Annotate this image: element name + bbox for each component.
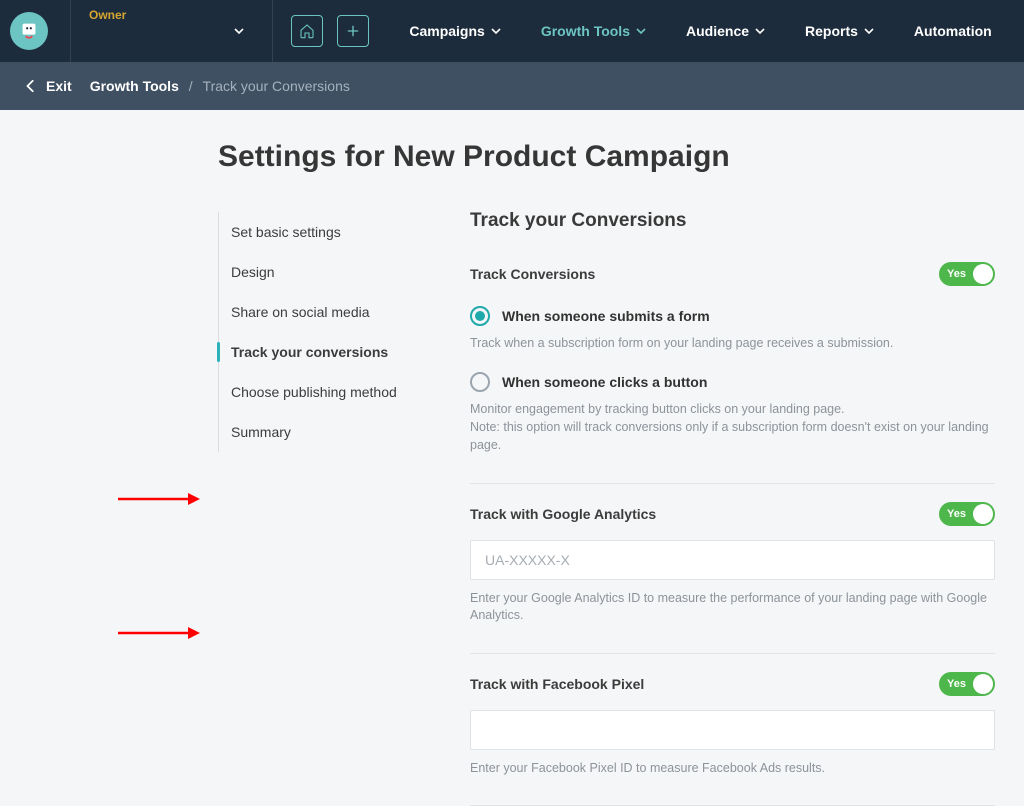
top-nav: Owner Campaigns Growth Tools Audience Re… (0, 0, 1024, 62)
chevron-down-icon (491, 26, 501, 36)
fb-helper: Enter your Facebook Pixel ID to measure … (470, 760, 995, 778)
track-conversions-label: Track Conversions (470, 266, 595, 282)
nav-growth-tools[interactable]: Growth Tools (541, 23, 646, 39)
fb-label: Track with Facebook Pixel (470, 676, 644, 692)
ga-heading: Track with Google Analytics Yes (470, 502, 995, 526)
annotation-arrow-icon (118, 626, 200, 640)
fb-pixel-input[interactable] (470, 710, 995, 750)
chevron-down-icon (755, 26, 765, 36)
step-summary[interactable]: Summary (231, 412, 428, 452)
settings-content: Track your Conversions Track Conversions… (470, 210, 995, 806)
page: Settings for New Product Campaign Set ba… (0, 110, 1024, 806)
nav-audience[interactable]: Audience (686, 23, 765, 39)
nav-label: Growth Tools (541, 23, 630, 39)
breadcrumb: Growth Tools / Track your Conversions (90, 78, 350, 94)
divider (470, 483, 995, 484)
breadcrumb-sep: / (189, 78, 193, 94)
ga-id-input[interactable] (470, 540, 995, 580)
divider (70, 0, 71, 62)
fb-heading: Track with Facebook Pixel Yes (470, 672, 995, 696)
option-submit-form: When someone submits a form (470, 306, 995, 326)
radio-label: When someone submits a form (502, 308, 710, 324)
fb-toggle[interactable]: Yes (939, 672, 995, 696)
step-basic-settings[interactable]: Set basic settings (231, 212, 428, 252)
track-conversions-toggle[interactable]: Yes (939, 262, 995, 286)
toggle-label: Yes (947, 268, 966, 280)
exit-button[interactable]: Exit (24, 78, 72, 94)
home-button[interactable] (291, 15, 323, 47)
divider (470, 653, 995, 654)
workspace-dropdown[interactable] (234, 23, 254, 39)
page-title: Settings for New Product Campaign (218, 140, 994, 174)
toggle-knob (973, 504, 993, 524)
radio-label: When someone clicks a button (502, 374, 707, 390)
ga-helper: Enter your Google Analytics ID to measur… (470, 590, 995, 625)
step-design[interactable]: Design (231, 252, 428, 292)
exit-label: Exit (46, 78, 72, 94)
nav-campaigns[interactable]: Campaigns (409, 23, 500, 39)
settings-steps: Set basic settings Design Share on socia… (218, 212, 428, 452)
nav-label: Audience (686, 23, 749, 39)
radio-click-button[interactable] (470, 372, 490, 392)
toggle-knob (973, 674, 993, 694)
breadcrumb-bar: Exit Growth Tools / Track your Conversio… (0, 62, 1024, 110)
add-button[interactable] (337, 15, 369, 47)
logo[interactable] (10, 12, 48, 50)
chevron-down-icon (636, 26, 646, 36)
owner-label: Owner (89, 8, 126, 22)
toggle-label: Yes (947, 678, 966, 690)
option-submit-form-desc: Track when a subscription form on your l… (470, 334, 995, 352)
nav-label: Campaigns (409, 23, 484, 39)
chevron-down-icon (864, 26, 874, 36)
toggle-knob (973, 264, 993, 284)
radio-submit-form[interactable] (470, 306, 490, 326)
step-publishing-method[interactable]: Choose publishing method (231, 372, 428, 412)
ga-label: Track with Google Analytics (470, 506, 656, 522)
option-click-button-desc: Monitor engagement by tracking button cl… (470, 400, 995, 454)
step-share-social[interactable]: Share on social media (231, 292, 428, 332)
divider (272, 0, 273, 62)
nav-label: Reports (805, 23, 858, 39)
nav-items: Campaigns Growth Tools Audience Reports … (409, 23, 991, 39)
nav-reports[interactable]: Reports (805, 23, 874, 39)
arrow-left-icon (24, 79, 38, 93)
section-title: Track your Conversions (470, 210, 995, 232)
annotation-arrow-icon (118, 492, 200, 506)
ga-toggle[interactable]: Yes (939, 502, 995, 526)
toggle-label: Yes (947, 508, 966, 520)
nav-automation[interactable]: Automation (914, 23, 992, 39)
option-click-button: When someone clicks a button (470, 372, 995, 392)
breadcrumb-current: Track your Conversions (203, 78, 350, 94)
step-track-conversions[interactable]: Track your conversions (231, 332, 428, 372)
track-conversions-heading: Track Conversions Yes (470, 262, 995, 286)
breadcrumb-root[interactable]: Growth Tools (90, 78, 179, 94)
nav-label: Automation (914, 23, 992, 39)
